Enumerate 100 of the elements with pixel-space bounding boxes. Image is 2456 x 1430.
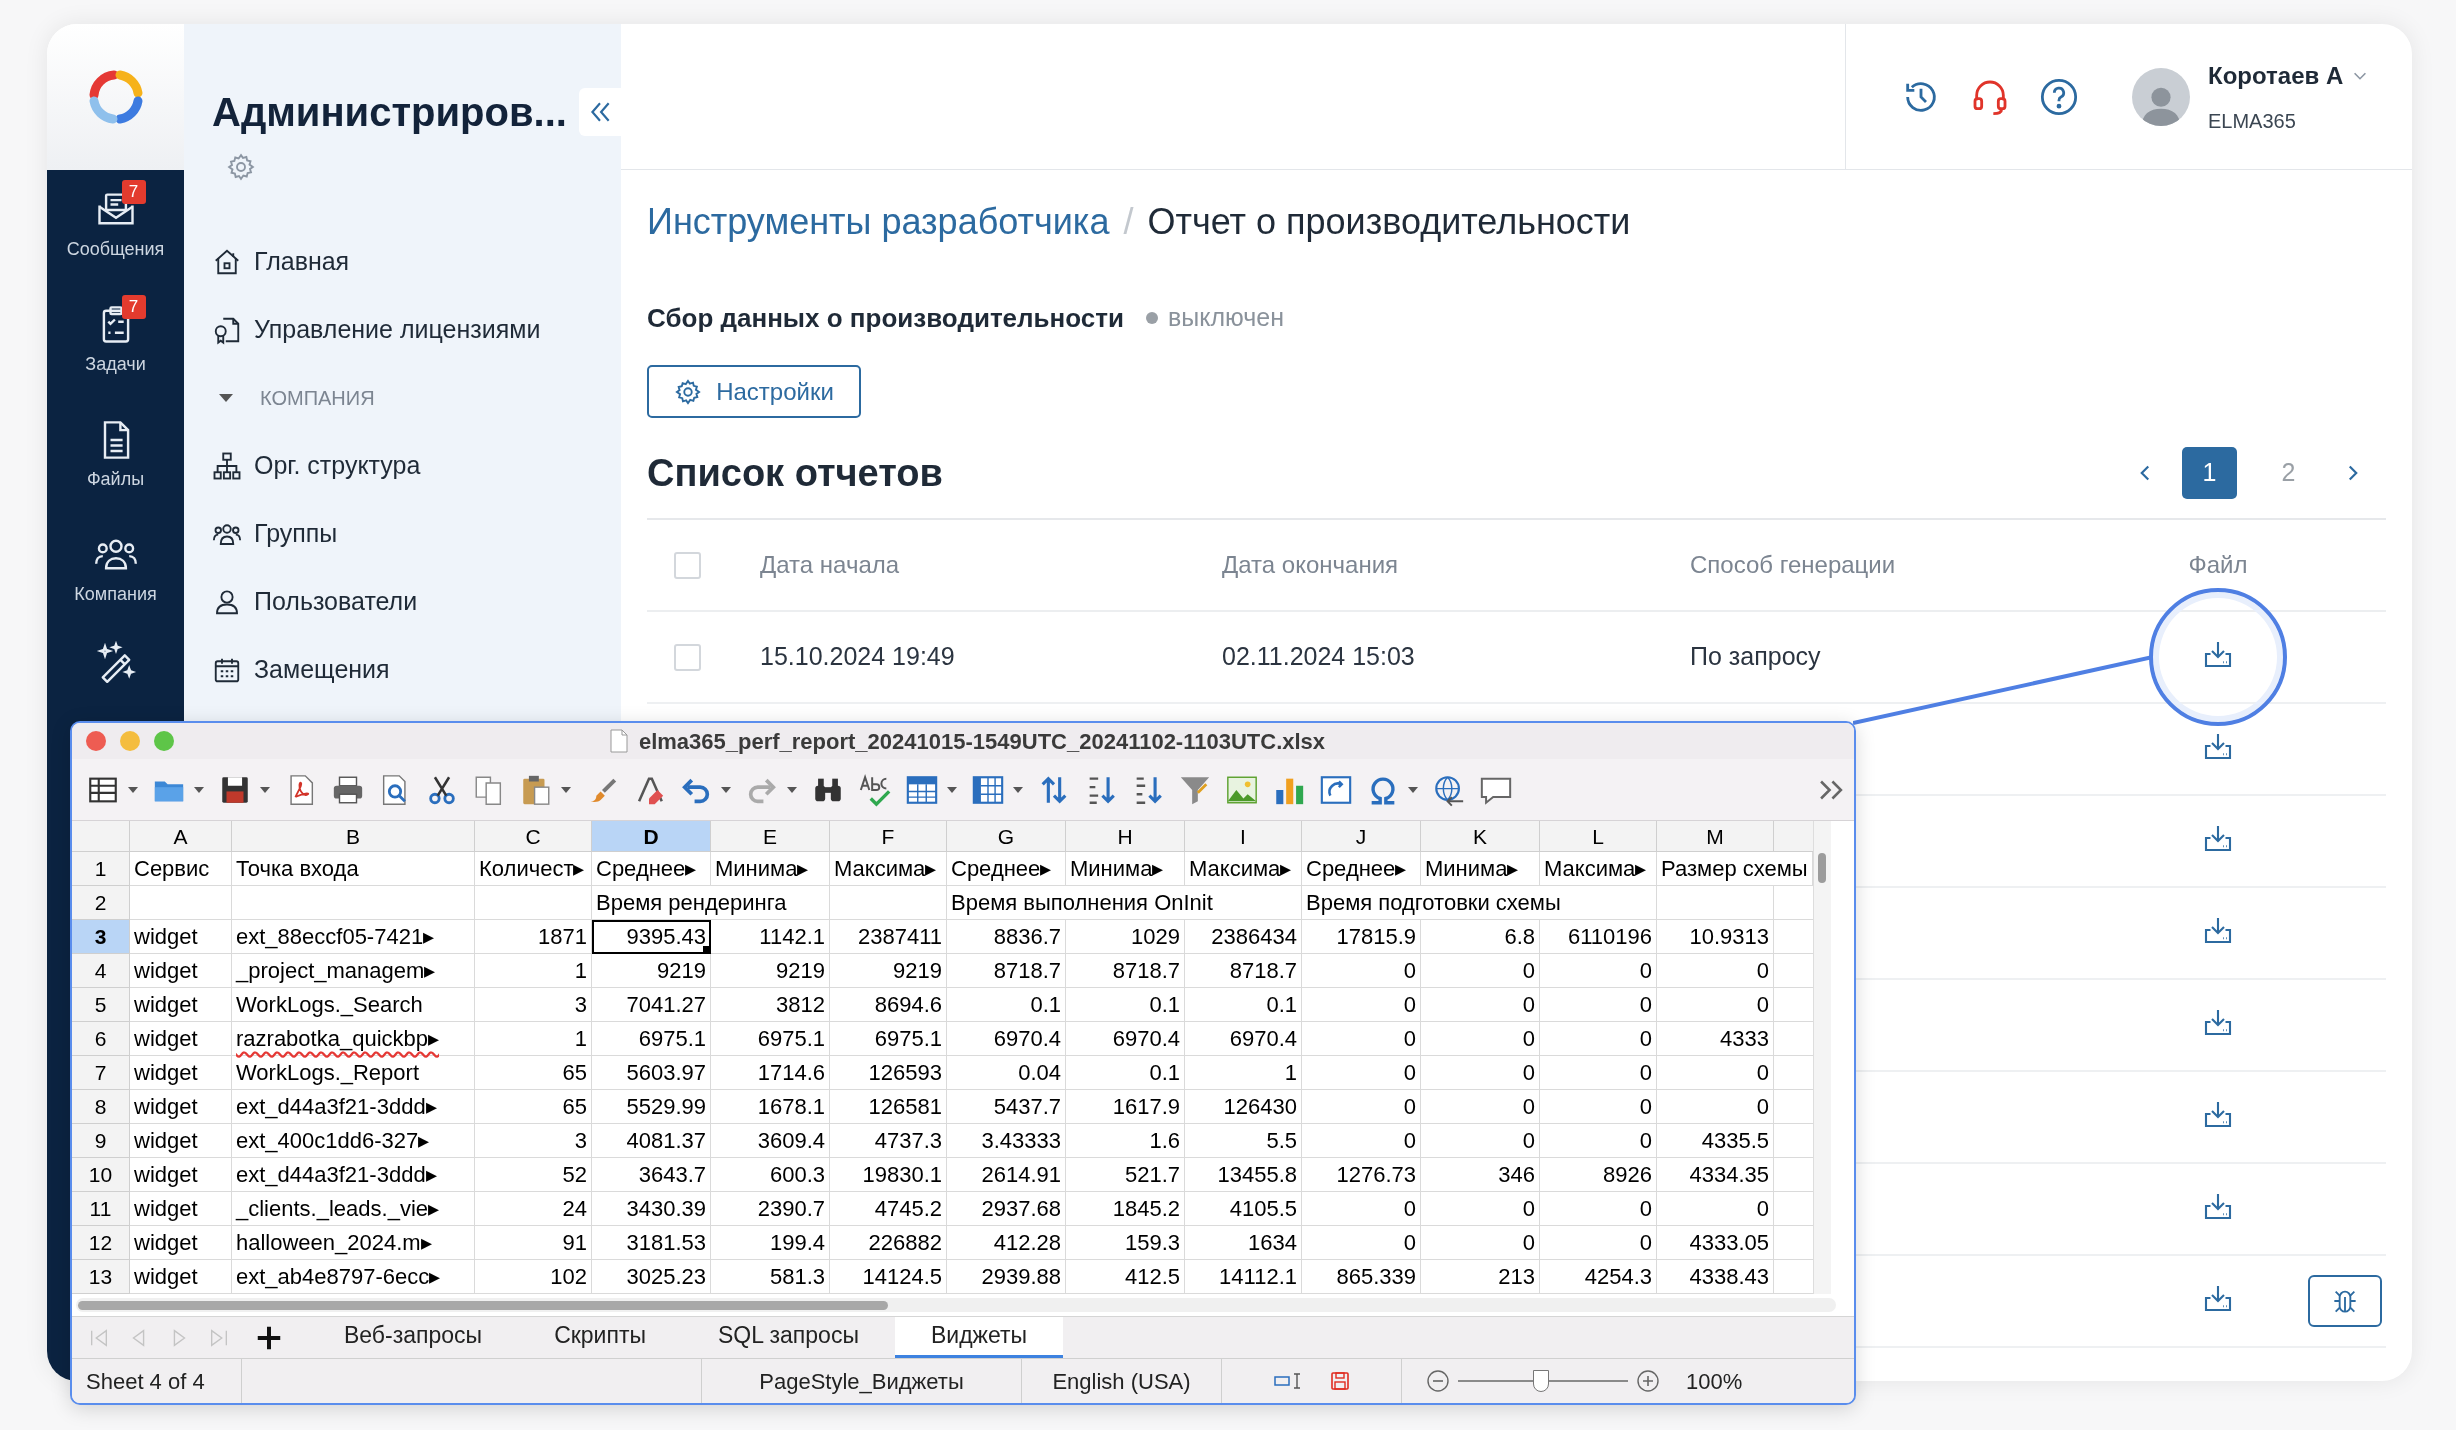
settings-icon[interactable] bbox=[226, 152, 256, 182]
sidebar-link[interactable]: Орг. структура bbox=[212, 432, 431, 500]
sheet-cell: 0 bbox=[1302, 1022, 1421, 1056]
sheet-cell: 600.3 bbox=[711, 1158, 830, 1192]
sheet-cell: 0.1 bbox=[1185, 988, 1302, 1022]
caret-down-icon[interactable] bbox=[127, 784, 139, 795]
sheet-cell: 2386434 bbox=[1185, 920, 1302, 954]
row-header[interactable]: 7 bbox=[72, 1056, 130, 1090]
sheet-cell: 0 bbox=[1540, 1226, 1657, 1260]
slider-thumb[interactable] bbox=[1533, 1370, 1550, 1392]
sheet-cell: 0 bbox=[1302, 954, 1421, 988]
column-header[interactable]: B bbox=[232, 821, 475, 852]
sidebar-link[interactable]: Пользователи bbox=[212, 568, 428, 636]
sheet-tab[interactable]: Веб-запросы bbox=[308, 1316, 519, 1359]
sidebar-link[interactable]: Главная bbox=[212, 228, 360, 296]
horizontal-scrollbar[interactable] bbox=[76, 1298, 1836, 1312]
column-header[interactable]: G bbox=[947, 821, 1066, 852]
sheet-cell: 0 bbox=[1540, 954, 1657, 988]
column-header[interactable]: F bbox=[830, 821, 947, 852]
caret-down-icon[interactable] bbox=[946, 784, 958, 795]
column-header[interactable]: L bbox=[1540, 821, 1657, 852]
section-label: Сбор данных о производительности bbox=[647, 301, 1124, 335]
sheet-cell: 2937.68 bbox=[947, 1192, 1066, 1226]
user-menu-button[interactable]: Коротаев А bbox=[2208, 57, 2370, 94]
rail-item[interactable]: 7 Сообщения bbox=[47, 170, 184, 285]
row-header[interactable]: 2 bbox=[72, 886, 130, 920]
column-header[interactable]: I bbox=[1185, 821, 1302, 852]
sheet-tab[interactable]: SQL запросы bbox=[681, 1316, 895, 1359]
sheet-cell: widget bbox=[130, 1090, 232, 1124]
zoom-in-icon[interactable] bbox=[1636, 1369, 1660, 1393]
sheet-cell: 1617.9 bbox=[1066, 1090, 1185, 1124]
row-header[interactable]: 4 bbox=[72, 954, 130, 988]
sheet-cell: 0 bbox=[1540, 1056, 1657, 1090]
caret-down-icon[interactable] bbox=[560, 784, 572, 795]
column-header[interactable]: M bbox=[1657, 821, 1774, 852]
column-header[interactable]: C bbox=[475, 821, 592, 852]
sheet-cell: widget bbox=[130, 1192, 232, 1226]
sheet-cell: Количест▸ bbox=[475, 852, 592, 886]
sheet-tab[interactable]: Скрипты bbox=[518, 1316, 682, 1359]
sidebar-link[interactable]: Замещения bbox=[212, 636, 400, 704]
sheet-cell: 7041.27 bbox=[592, 988, 711, 1022]
caret-down-icon[interactable] bbox=[1012, 784, 1024, 795]
checkbox[interactable] bbox=[674, 551, 701, 579]
document-icon bbox=[608, 729, 629, 753]
sheet-tab[interactable]: Виджеты bbox=[894, 1316, 1064, 1359]
sheet-cell: 13455.8 bbox=[1185, 1158, 1302, 1192]
row-header[interactable]: 1 bbox=[72, 852, 130, 886]
sheet-cell: 0 bbox=[1657, 1090, 1774, 1124]
page-button[interactable]: 1 bbox=[2182, 447, 2237, 499]
sidebar-link[interactable]: Группы bbox=[212, 500, 348, 568]
column-header[interactable]: H bbox=[1066, 821, 1185, 852]
caret-down-icon[interactable] bbox=[1407, 784, 1419, 795]
sheet-cell: 0 bbox=[1421, 1124, 1540, 1158]
row-header[interactable]: 13 bbox=[72, 1260, 130, 1294]
column-header[interactable]: A bbox=[130, 821, 232, 852]
sheet-cell: 0 bbox=[1302, 1192, 1421, 1226]
rail-item[interactable]: 7 Задачи bbox=[47, 285, 184, 400]
checkbox[interactable] bbox=[674, 643, 701, 671]
row-header[interactable]: 9 bbox=[72, 1124, 130, 1158]
column-header[interactable]: J bbox=[1302, 821, 1421, 852]
spellcheck-icon[interactable] bbox=[858, 772, 892, 807]
sheet-cell: 4334.35 bbox=[1657, 1158, 1774, 1192]
column-header[interactable]: D bbox=[592, 821, 711, 852]
row-header[interactable]: 12 bbox=[72, 1226, 130, 1260]
zoom-slider[interactable] bbox=[1458, 1369, 1628, 1393]
sheet-cell: 3181.53 bbox=[592, 1226, 711, 1260]
caret-down-icon[interactable] bbox=[193, 784, 205, 795]
sheet-cell: 6975.1 bbox=[830, 1022, 947, 1056]
sheet-cell: _clients._leads._vie▸ bbox=[232, 1192, 475, 1226]
breadcrumb-link[interactable]: Инструменты разработчика bbox=[647, 200, 1110, 244]
caret-down-icon[interactable] bbox=[720, 784, 732, 795]
close-button[interactable] bbox=[86, 731, 106, 751]
row-header[interactable]: 6 bbox=[72, 1022, 130, 1056]
row-header[interactable]: 5 bbox=[72, 988, 130, 1022]
sheet-cell: Максима▸ bbox=[1185, 852, 1302, 886]
sheet-cell: Среднее▸ bbox=[947, 852, 1066, 886]
column-header[interactable]: E bbox=[711, 821, 830, 852]
sheet-cell: 126593 bbox=[830, 1056, 947, 1090]
column-header[interactable]: K bbox=[1421, 821, 1540, 852]
notification-badge: 7 bbox=[121, 180, 146, 204]
sheet-cell: 9219 bbox=[711, 954, 830, 988]
row-header[interactable]: 8 bbox=[72, 1090, 130, 1124]
debug-button[interactable] bbox=[2308, 1275, 2382, 1327]
rail-item[interactable]: Компания bbox=[47, 515, 184, 630]
caret-down-icon[interactable] bbox=[259, 784, 271, 795]
sheet-cell: 4737.3 bbox=[830, 1124, 947, 1158]
sheet-cell: 1678.1 bbox=[711, 1090, 830, 1124]
zoom-out-icon[interactable] bbox=[1426, 1369, 1450, 1393]
sheet-cell: Размер схемы bbox=[1657, 852, 1813, 886]
row-header[interactable]: 11 bbox=[72, 1192, 130, 1226]
rail-item[interactable]: Файлы bbox=[47, 400, 184, 515]
sheet-cell: 0 bbox=[1540, 1022, 1657, 1056]
collapse-button[interactable] bbox=[579, 88, 621, 136]
row-header[interactable]: 10 bbox=[72, 1158, 130, 1192]
caret-down-icon[interactable] bbox=[786, 784, 798, 795]
row-header[interactable]: 3 bbox=[72, 920, 130, 954]
sheet-cell: 4081.37 bbox=[592, 1124, 711, 1158]
settings-button[interactable]: Настройки bbox=[647, 365, 861, 418]
sidebar-link[interactable]: Управление лицензиями bbox=[212, 296, 551, 364]
help-icon[interactable] bbox=[2039, 76, 2079, 117]
